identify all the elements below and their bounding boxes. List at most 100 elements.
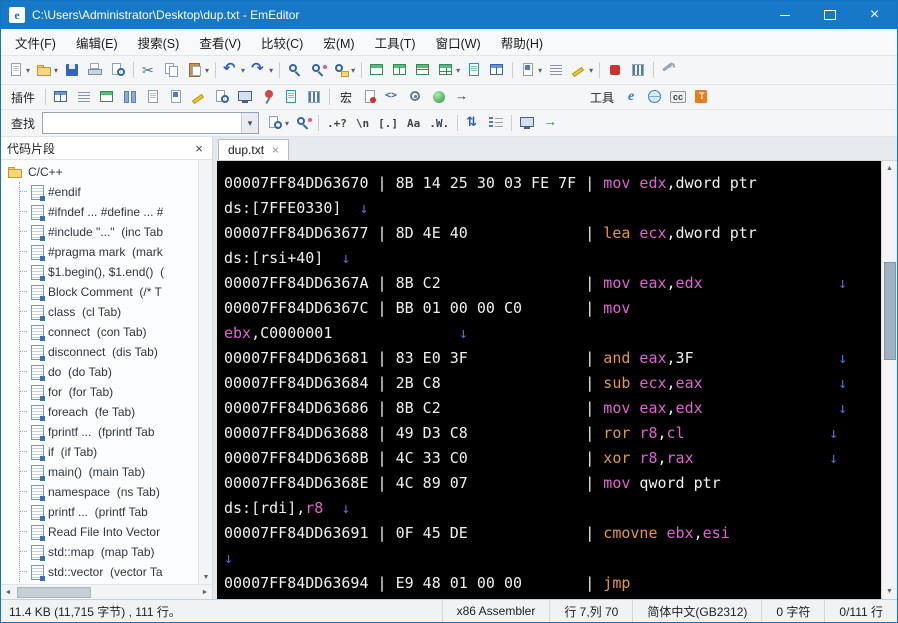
combo-dropdown-icon[interactable] xyxy=(241,113,259,133)
split-four-button[interactable] xyxy=(435,58,462,82)
print-preview-button[interactable] xyxy=(107,58,129,82)
go-button[interactable] xyxy=(539,111,561,135)
scroll-left-icon[interactable] xyxy=(1,585,15,599)
undo-button[interactable] xyxy=(220,58,247,82)
status-field[interactable]: 0/111 行 xyxy=(824,600,897,622)
editor-line[interactable]: 00007FF84DD63670 | 8B 14 25 30 03 FE 7F … xyxy=(224,171,881,196)
print-button[interactable] xyxy=(84,58,106,82)
scrollbar-thumb[interactable] xyxy=(17,587,91,598)
tree-root-folder[interactable]: C/C++ xyxy=(6,162,198,182)
scrollbar-track[interactable] xyxy=(882,176,897,584)
macro-options-button[interactable] xyxy=(405,85,427,109)
status-field[interactable]: 行 7,列 70 xyxy=(549,600,632,622)
status-field[interactable]: 简体中文(GB2312) xyxy=(632,600,761,622)
plugin-button-html-bar[interactable] xyxy=(50,85,72,109)
snippet-item[interactable]: #ifndef ... #define ... # xyxy=(20,202,198,222)
tool-custom-button[interactable] xyxy=(690,85,712,109)
menu-item[interactable]: 文件(F) xyxy=(5,29,66,55)
snippet-item[interactable]: $1.begin(), $1.end() ( xyxy=(20,262,198,282)
snippet-item[interactable]: printf ... (printf Tab xyxy=(20,502,198,522)
scroll-up-icon[interactable] xyxy=(882,161,897,176)
find-in-files-button[interactable] xyxy=(330,58,357,82)
snippet-item[interactable]: #pragma mark (mark xyxy=(20,242,198,262)
editor-line[interactable]: 00007FF84DD6367A | 8B C2 | mov eax,edx ↓ xyxy=(224,271,881,296)
status-field[interactable]: x86 Assembler xyxy=(441,600,550,622)
editor-line[interactable]: ds:[rsi+40] ↓ xyxy=(224,246,881,271)
editor-scroll-thumb[interactable] xyxy=(884,262,896,360)
menu-item[interactable]: 编辑(E) xyxy=(66,29,128,55)
record-macro-button[interactable] xyxy=(604,58,626,82)
display-mode-button[interactable] xyxy=(516,111,538,135)
snippet-item[interactable]: std::map (map Tab) xyxy=(20,542,198,562)
menu-item[interactable]: 工具(T) xyxy=(365,29,426,55)
play-macro-button[interactable] xyxy=(627,58,649,82)
find-next-button[interactable] xyxy=(264,111,291,135)
editor-content[interactable]: 00007FF84DD63670 | 8B 14 25 30 03 FE 7F … xyxy=(217,161,881,599)
scroll-down-icon[interactable] xyxy=(882,584,897,599)
plugin-button-web-preview[interactable] xyxy=(234,85,256,109)
scroll-down-icon[interactable] xyxy=(199,570,213,584)
snippet-item[interactable]: namespace (ns Tab) xyxy=(20,482,198,502)
find-button[interactable] xyxy=(284,58,306,82)
editor-line[interactable]: 00007FF84DD6368E | 4C 89 07 | mov qword … xyxy=(224,471,881,496)
whole-word-toggle[interactable]: .W. xyxy=(425,111,453,135)
find-input[interactable] xyxy=(43,113,242,133)
find-replace-button[interactable] xyxy=(292,111,314,135)
snippet-item[interactable]: Block Comment (/* T xyxy=(20,282,198,302)
snippet-item[interactable]: #include "..." (inc Tab xyxy=(20,222,198,242)
editor-line[interactable]: 00007FF84DD63684 | 2B C8 | sub ecx,eax ↓ xyxy=(224,371,881,396)
maximize-button[interactable] xyxy=(807,1,852,29)
snippet-item[interactable]: do (do Tab) xyxy=(20,362,198,382)
tab-dup-txt[interactable]: dup.txt xyxy=(218,139,290,160)
macro-record-button[interactable] xyxy=(359,85,381,109)
tool-encoding-button[interactable] xyxy=(667,85,689,109)
snippets-horizontal-scrollbar[interactable] xyxy=(1,584,212,599)
menu-item[interactable]: 搜索(S) xyxy=(128,29,190,55)
find-combobox[interactable] xyxy=(42,112,260,134)
editor-line[interactable]: ds:[rdi],r8 ↓ xyxy=(224,496,881,521)
document-mode-button[interactable] xyxy=(517,58,544,82)
editor-line[interactable]: 00007FF84DD63694 | E9 48 01 00 00 | jmp xyxy=(224,571,881,596)
snippet-item[interactable]: disconnect (dis Tab) xyxy=(20,342,198,362)
editor-vertical-scrollbar[interactable] xyxy=(881,161,897,599)
split-vertical-button[interactable] xyxy=(389,58,411,82)
minimize-button[interactable] xyxy=(762,1,807,29)
macro-edit-button[interactable] xyxy=(382,85,404,109)
editor-line[interactable]: 00007FF84DD63681 | 83 E0 3F | and eax,3F… xyxy=(224,346,881,371)
number-range-toggle[interactable]: [.] xyxy=(374,111,402,135)
plugin-button-snippets[interactable] xyxy=(165,85,187,109)
editor-line[interactable]: 00007FF84DD63677 | 8D 4E 40 | lea ecx,dw… xyxy=(224,221,881,246)
editor-line[interactable]: ↓ xyxy=(224,546,881,571)
macro-jump-button[interactable] xyxy=(451,85,473,109)
highlight-button[interactable] xyxy=(568,58,595,82)
new-file-button[interactable] xyxy=(5,58,32,82)
search-direction-button[interactable] xyxy=(462,111,484,135)
menu-item[interactable]: 查看(V) xyxy=(189,29,251,55)
paste-button[interactable] xyxy=(184,58,211,82)
close-tab-icon[interactable] xyxy=(272,143,279,157)
menu-item[interactable]: 宏(M) xyxy=(313,29,364,55)
editor-line[interactable]: 00007FF84DD63688 | 49 D3 C8 | ror r8,cl … xyxy=(224,421,881,446)
snippet-item[interactable]: class (cl Tab) xyxy=(20,302,198,322)
plugin-button-tooltip[interactable] xyxy=(257,85,279,109)
close-panel-icon[interactable] xyxy=(192,141,206,155)
normal-view-button[interactable] xyxy=(366,58,388,82)
scroll-right-icon[interactable] xyxy=(198,585,212,599)
tool-browser-button[interactable] xyxy=(621,85,643,109)
escape-seq-toggle[interactable]: \n xyxy=(352,111,373,135)
menu-item[interactable]: 帮助(H) xyxy=(491,29,553,55)
snippet-item[interactable]: Read File Into Vector xyxy=(20,522,198,542)
open-file-button[interactable] xyxy=(33,58,60,82)
snippet-item[interactable]: foreach (fe Tab) xyxy=(20,402,198,422)
sync-scroll-button[interactable] xyxy=(486,58,508,82)
plugin-button-compare[interactable] xyxy=(280,85,302,109)
snippet-item[interactable]: connect (con Tab) xyxy=(20,322,198,342)
scrollbar-track[interactable] xyxy=(15,585,198,599)
plugin-button-outline[interactable] xyxy=(73,85,95,109)
editor-line[interactable]: 00007FF84DD63686 | 8B C2 | mov eax,edx ↓ xyxy=(224,396,881,421)
plugin-button-search[interactable] xyxy=(211,85,233,109)
snippets-vertical-scrollbar[interactable] xyxy=(198,160,212,584)
plugin-button-markers[interactable] xyxy=(188,85,210,109)
plugin-button-open-documents[interactable] xyxy=(119,85,141,109)
split-horizontal-button[interactable] xyxy=(412,58,434,82)
